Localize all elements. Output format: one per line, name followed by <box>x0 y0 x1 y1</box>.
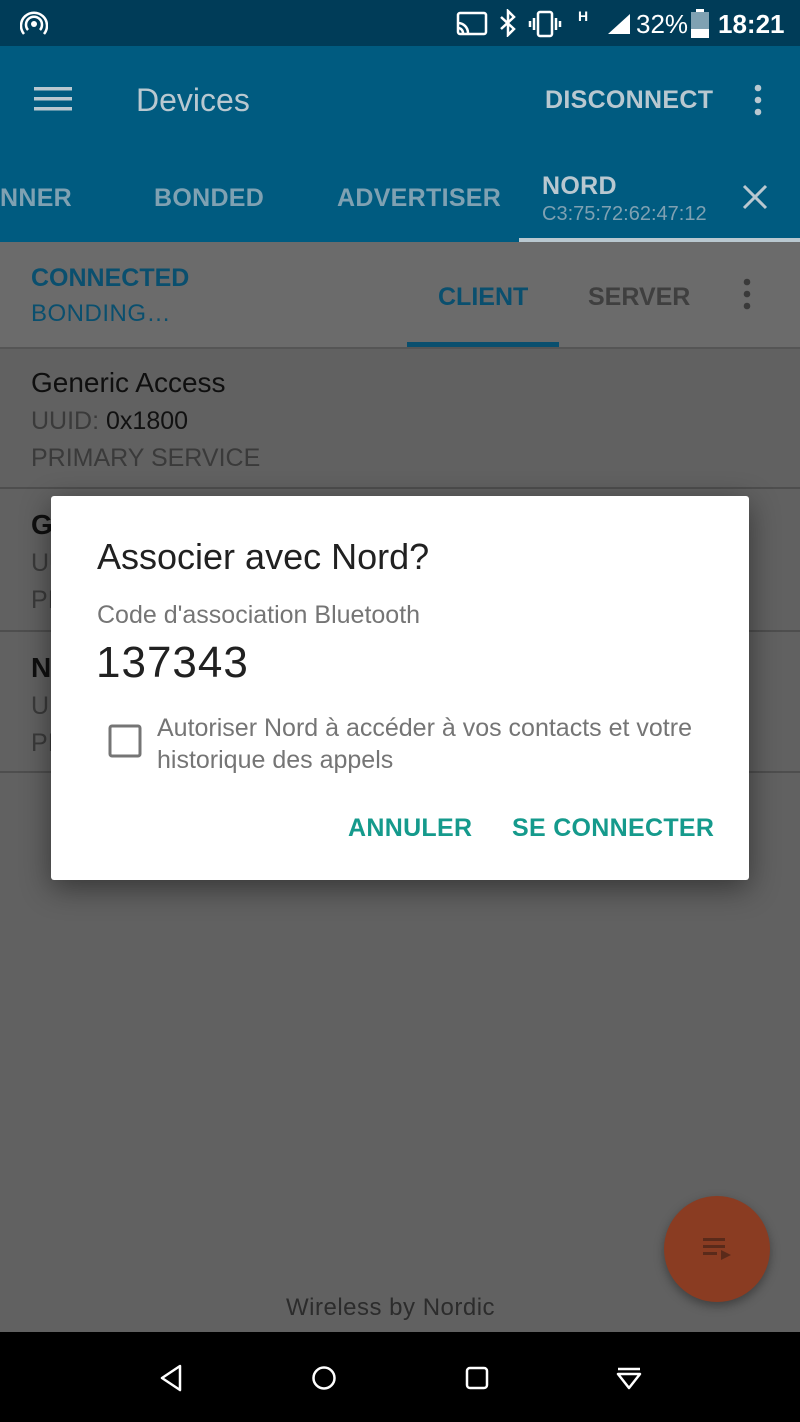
pairing-code-label: Code d'association Bluetooth <box>97 601 421 629</box>
list-item[interactable]: Generic Access UUID: 0x1800 PRIMARY SERV… <box>0 349 800 489</box>
footer-brand: Wireless by Nordic <box>286 1294 496 1321</box>
menu-icon[interactable] <box>34 86 72 112</box>
hotspot-icon <box>20 10 48 38</box>
service-uuid: UUID: 0x1800 <box>31 407 189 435</box>
notifications-icon[interactable] <box>615 1366 643 1390</box>
pairing-dialog: Associer avec Nord? Code d'association B… <box>51 496 749 880</box>
checkbox-label-line: historique des appels <box>157 746 394 774</box>
dialog-title: Associer avec Nord? <box>97 536 430 577</box>
service-name: Generic Access <box>31 367 226 398</box>
overflow-icon[interactable] <box>752 84 764 116</box>
log-fab[interactable] <box>664 1196 770 1302</box>
vibrate-icon <box>528 10 562 38</box>
checkbox-label-line: Autoriser Nord à accéder à vos contacts … <box>157 714 692 742</box>
close-icon[interactable] <box>742 184 768 210</box>
recents-icon[interactable] <box>465 1366 489 1390</box>
disconnect-button[interactable]: DISCONNECT <box>545 86 713 115</box>
network-type: H <box>578 8 589 24</box>
connection-header: CONNECTED BONDING… CLIENT SERVER <box>0 242 800 348</box>
tab-nord-label: NORD <box>542 172 617 200</box>
service-name: G <box>31 509 53 540</box>
overflow-icon[interactable] <box>741 278 753 310</box>
service-type: PRIMARY SERVICE <box>31 444 261 472</box>
signal-icon <box>606 12 632 36</box>
log-icon <box>703 1237 733 1261</box>
status-bar: H 32% 18:21 <box>0 0 800 46</box>
bond-status: BONDING… <box>31 300 172 327</box>
app-title: Devices <box>136 82 250 118</box>
pairing-code: 137343 <box>96 638 249 687</box>
tab-bonded[interactable]: BONDED <box>154 184 264 213</box>
battery-icon <box>690 9 710 39</box>
tab-nord[interactable]: NORD C3:75:72:62:47:12 <box>519 166 800 242</box>
bluetooth-icon <box>498 9 518 37</box>
tab-client[interactable]: CLIENT <box>438 283 528 312</box>
back-icon[interactable] <box>158 1364 184 1392</box>
contacts-permission-checkbox[interactable]: Autoriser Nord à accéder à vos contacts … <box>97 714 737 780</box>
app-bar: Devices DISCONNECT NNER BONDED ADVERTISE… <box>0 46 800 242</box>
tab-server[interactable]: SERVER <box>588 283 690 312</box>
cast-icon <box>456 11 488 37</box>
clock: 18:21 <box>718 9 785 39</box>
tab-nord-address: C3:75:72:62:47:12 <box>542 203 707 225</box>
navigation-bar <box>0 1332 800 1422</box>
connection-status: CONNECTED <box>31 264 190 292</box>
cancel-button[interactable]: ANNULER <box>348 814 472 843</box>
checkbox-label: Autoriser Nord à accéder à vos contacts … <box>157 712 757 776</box>
battery-percent: 32% <box>636 9 689 39</box>
home-icon[interactable] <box>311 1365 337 1391</box>
tab-scanner[interactable]: NNER <box>0 184 72 213</box>
checkbox-icon[interactable] <box>108 724 142 758</box>
tab-advertiser[interactable]: ADVERTISER <box>337 184 501 213</box>
service-name: N <box>31 652 52 683</box>
connect-button[interactable]: SE CONNECTER <box>512 814 714 843</box>
